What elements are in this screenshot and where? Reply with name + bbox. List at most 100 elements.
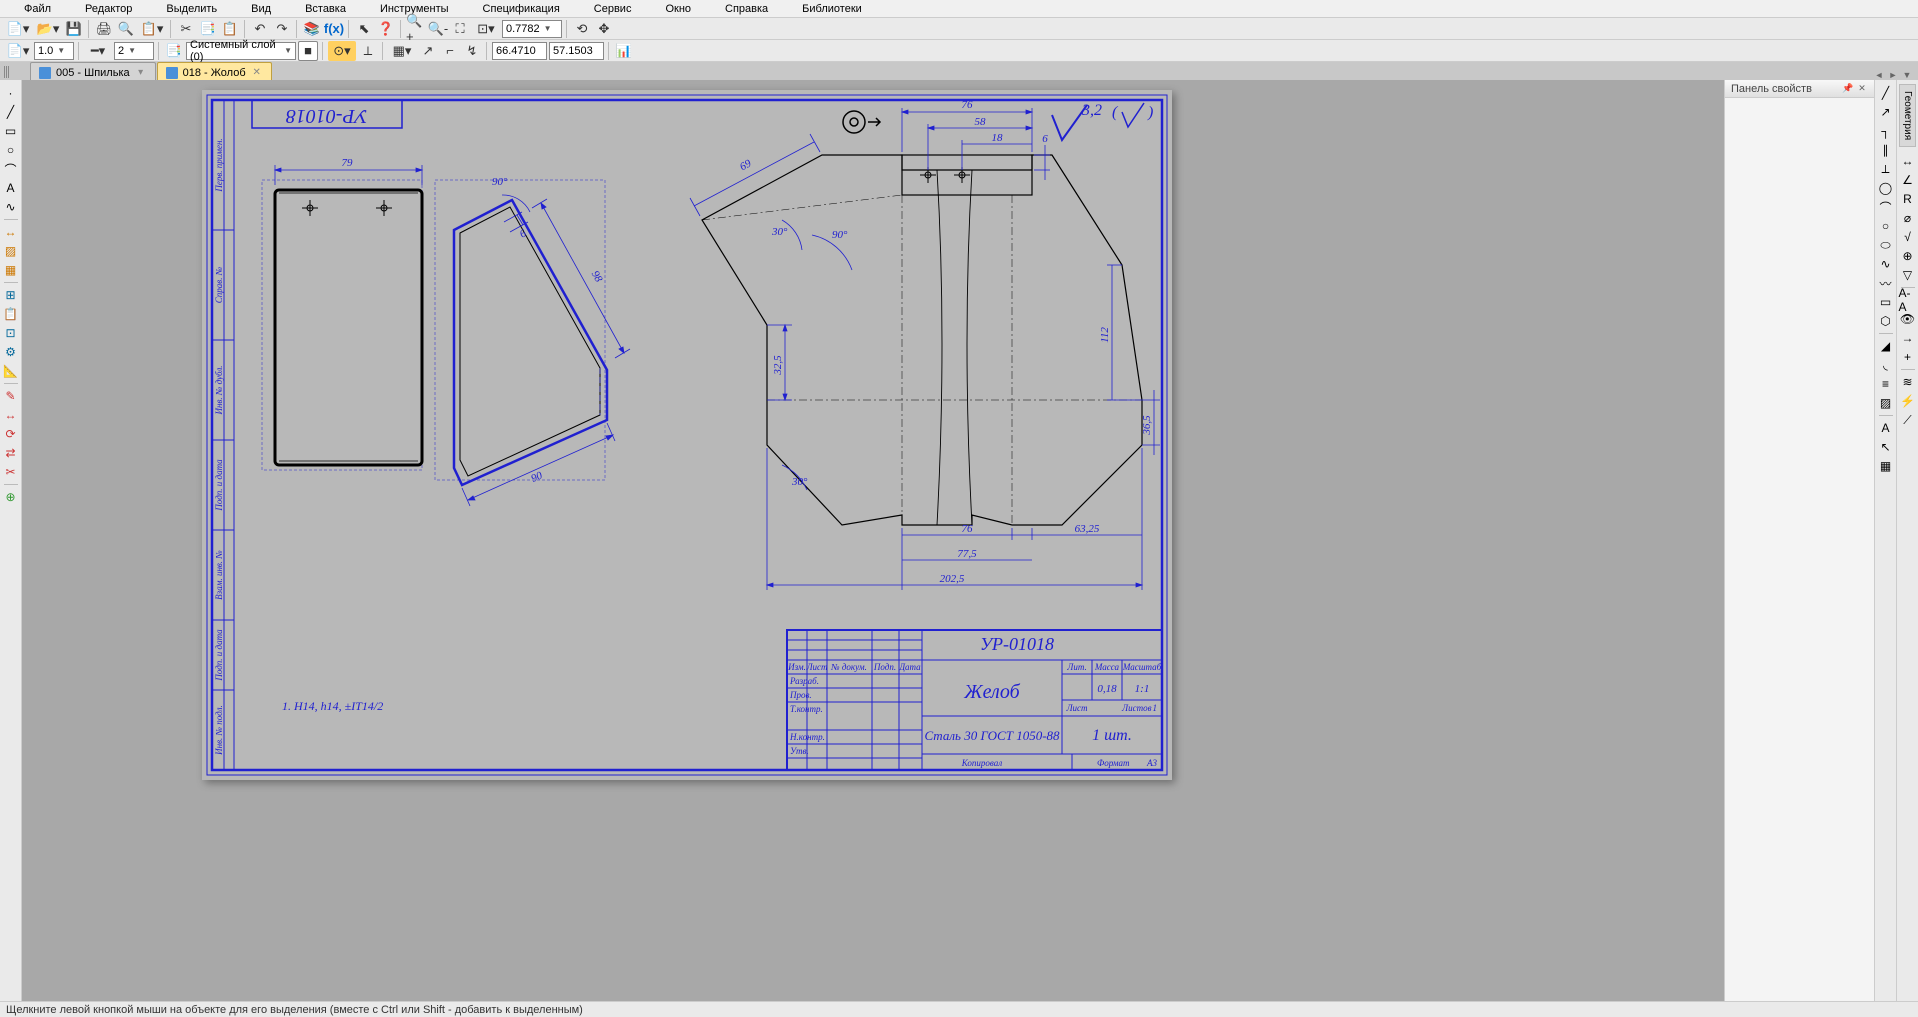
- zoom-combo[interactable]: 0.7782▼: [502, 20, 562, 38]
- tool-spline-icon[interactable]: ∿: [2, 198, 20, 216]
- tab-close-icon[interactable]: ✕: [251, 67, 263, 78]
- layer-combo[interactable]: Системный слой (0)▼: [186, 42, 296, 60]
- rtool-parallel-icon[interactable]: ∥: [1877, 141, 1895, 159]
- new-button[interactable]: 📄▾: [4, 19, 32, 39]
- tool-edit-icon[interactable]: ✎: [2, 387, 20, 405]
- tab-018[interactable]: 018 - Жолоб ✕: [157, 62, 272, 82]
- rtool-text-icon[interactable]: A: [1877, 419, 1895, 437]
- rtool-fillet-icon[interactable]: ◟: [1877, 356, 1895, 374]
- menu-file[interactable]: Файл: [8, 1, 67, 17]
- coord-x-input[interactable]: [492, 42, 547, 60]
- coord-y-input[interactable]: [549, 42, 604, 60]
- doc-button[interactable]: 📄▾: [4, 41, 32, 61]
- tool-point-icon[interactable]: ·: [2, 84, 20, 102]
- menu-editor[interactable]: Редактор: [69, 1, 148, 17]
- print-button[interactable]: 🖨: [94, 19, 114, 39]
- rtool-equidist-icon[interactable]: ≡: [1877, 375, 1895, 393]
- copy-button[interactable]: 📑: [198, 19, 218, 39]
- rtool-ray-icon[interactable]: ↗: [1877, 103, 1895, 121]
- r2-view-icon[interactable]: 👁: [1899, 310, 1917, 328]
- scale-combo[interactable]: 1.0▼: [34, 42, 74, 60]
- tool-text-icon[interactable]: A: [2, 179, 20, 197]
- tool-trim-icon[interactable]: ✂: [2, 463, 20, 481]
- rtool-circle-icon[interactable]: ○: [1877, 217, 1895, 235]
- cut-button[interactable]: ✂: [176, 19, 196, 39]
- tool-views-icon[interactable]: ⊞: [2, 286, 20, 304]
- refresh-button[interactable]: ⟲: [572, 19, 592, 39]
- rtool-polyline-icon[interactable]: ┐: [1877, 122, 1895, 140]
- menu-insert[interactable]: Вставка: [289, 1, 362, 17]
- vars-button[interactable]: f(x): [324, 19, 344, 39]
- rtool-table-icon[interactable]: ▦: [1877, 457, 1895, 475]
- snap-button[interactable]: ⌐: [440, 41, 460, 61]
- tool-circle-icon[interactable]: ○: [2, 141, 20, 159]
- rtool-perp-icon[interactable]: ⟂: [1877, 160, 1895, 178]
- tool-rect-icon[interactable]: ▭: [2, 122, 20, 140]
- manage-docs-button[interactable]: 📊: [614, 41, 634, 61]
- rtool-polygon-icon[interactable]: ⬡: [1877, 312, 1895, 330]
- drawing-sheet[interactable]: Перв. примен. Справ. № Подп. и дата Взам…: [202, 90, 1172, 780]
- menu-libs[interactable]: Библиотеки: [786, 1, 878, 17]
- r2-thread-icon[interactable]: ⚡: [1899, 392, 1917, 410]
- r2-weld-icon[interactable]: ⟋: [1899, 411, 1917, 429]
- redo-button[interactable]: ↷: [272, 19, 292, 39]
- layers-button[interactable]: 📑: [164, 41, 184, 61]
- layer-color-button[interactable]: ■: [298, 41, 318, 61]
- r2-surf-icon[interactable]: √: [1899, 228, 1917, 246]
- r2-dim-rad-icon[interactable]: R: [1899, 190, 1917, 208]
- tool-move-icon[interactable]: ↔: [2, 406, 20, 424]
- tool-holes-icon[interactable]: ⊕: [2, 488, 20, 506]
- r2-dim-lin-icon[interactable]: ↔: [1899, 152, 1917, 170]
- rtool-bezier-icon[interactable]: 〰: [1877, 274, 1895, 292]
- help-button[interactable]: ❓: [376, 19, 396, 39]
- local-cs-button[interactable]: ↯: [462, 41, 482, 61]
- rtool-leader-icon[interactable]: ↖: [1877, 438, 1895, 456]
- menu-window[interactable]: Окно: [649, 1, 707, 17]
- ortho-button[interactable]: ⟂: [358, 41, 378, 61]
- r2-arrow-icon[interactable]: →: [1899, 329, 1917, 347]
- r2-dim-dia-icon[interactable]: ⌀: [1899, 209, 1917, 227]
- print-opts-button[interactable]: 📋▾: [138, 19, 166, 39]
- rtool-ellipse-icon[interactable]: ⬭: [1877, 236, 1895, 254]
- tool-line-icon[interactable]: ╱: [2, 103, 20, 121]
- step-combo[interactable]: 2▼: [114, 42, 154, 60]
- tool-measure-icon[interactable]: 📐: [2, 362, 20, 380]
- tool-arc-icon[interactable]: ⌒: [2, 160, 20, 178]
- preview-button[interactable]: 🔍: [116, 19, 136, 39]
- coords-button[interactable]: ↗: [418, 41, 438, 61]
- tool-table-icon[interactable]: ▦: [2, 261, 20, 279]
- open-button[interactable]: 📂▾: [34, 19, 62, 39]
- tool-hatch-icon[interactable]: ▨: [2, 242, 20, 260]
- panel-pin-icon[interactable]: 📌: [1842, 83, 1854, 95]
- tool-spec-icon[interactable]: 📋: [2, 305, 20, 323]
- r2-section-icon[interactable]: A-A: [1899, 291, 1917, 309]
- tab-close-icon[interactable]: ▾: [135, 67, 147, 78]
- rtool-hatch-icon[interactable]: ▨: [1877, 394, 1895, 412]
- r2-dim-ang-icon[interactable]: ∠: [1899, 171, 1917, 189]
- tabs-grip[interactable]: [4, 66, 10, 78]
- pan-button[interactable]: ✥: [594, 19, 614, 39]
- menu-service[interactable]: Сервис: [578, 1, 648, 17]
- tool-mirror-icon[interactable]: ⇄: [2, 444, 20, 462]
- paste-button[interactable]: 📋: [220, 19, 240, 39]
- r2-break-icon[interactable]: ≋: [1899, 373, 1917, 391]
- zoom-in-button[interactable]: 🔍+: [406, 19, 426, 39]
- osnap-button[interactable]: ⊙▾: [328, 41, 356, 61]
- r2-datum-icon[interactable]: ▽: [1899, 266, 1917, 284]
- menu-help[interactable]: Справка: [709, 1, 784, 17]
- rtool-line-icon[interactable]: ╱: [1877, 84, 1895, 102]
- tool-assembly-icon[interactable]: ⊡: [2, 324, 20, 342]
- rtool-chamfer-icon[interactable]: ◢: [1877, 337, 1895, 355]
- r2-tol-icon[interactable]: ⊕: [1899, 247, 1917, 265]
- linestyle-button[interactable]: ━▾: [84, 41, 112, 61]
- rtool-spline-icon[interactable]: ∿: [1877, 255, 1895, 273]
- rtool-arc-icon[interactable]: ⌒: [1877, 198, 1895, 216]
- grid-button[interactable]: ▦▾: [388, 41, 416, 61]
- zoom-fit-button[interactable]: ⊡▾: [472, 19, 500, 39]
- menu-spec[interactable]: Спецификация: [467, 1, 576, 17]
- zoom-out-button[interactable]: 🔍-: [428, 19, 448, 39]
- zoom-area-button[interactable]: ⛶: [450, 19, 470, 39]
- tab-005[interactable]: 005 - Шпилька ▾: [30, 62, 156, 82]
- tool-dim-icon[interactable]: ↔: [2, 223, 20, 241]
- undo-button[interactable]: ↶: [250, 19, 270, 39]
